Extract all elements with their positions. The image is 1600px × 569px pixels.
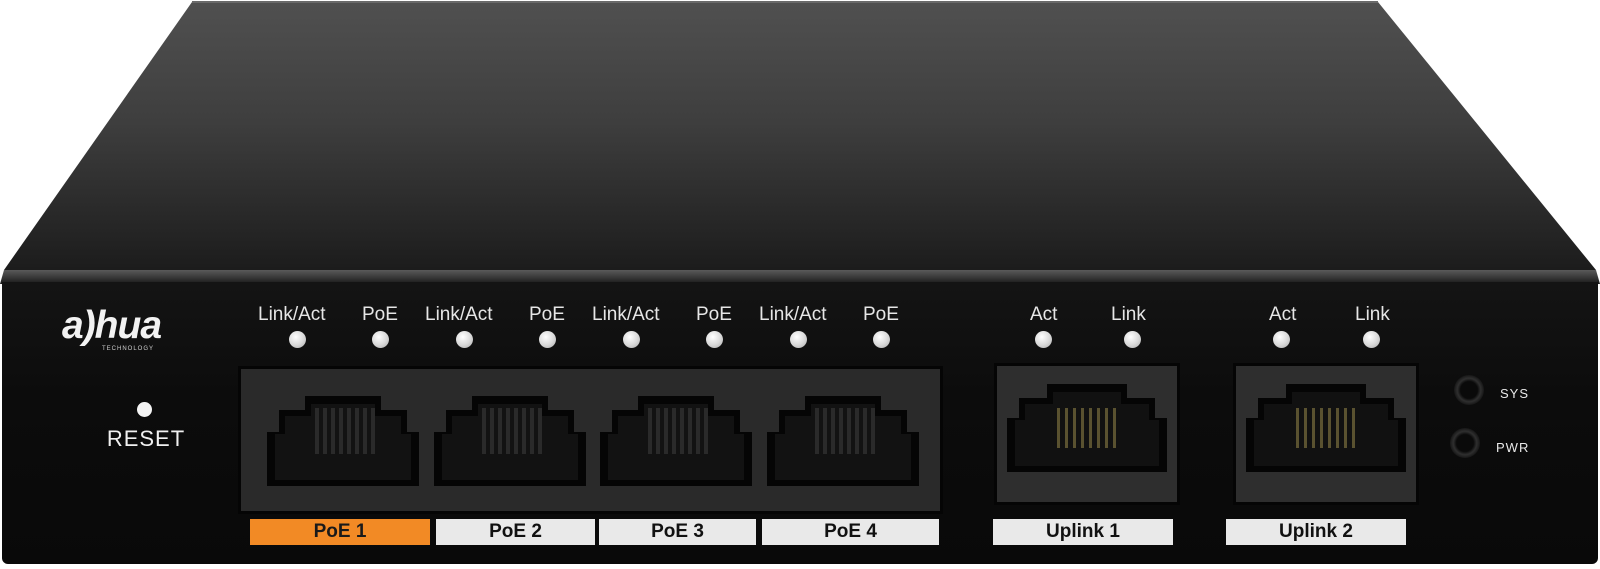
port-label-poe-2: PoE 2 [436, 519, 595, 545]
port-label-poe-4: PoE 4 [762, 519, 939, 545]
rj45-socket-uplink-2 [1246, 384, 1406, 472]
rj45-socket-uplink-1 [1007, 384, 1167, 472]
rj45-uplink-sockets [1007, 384, 1406, 472]
port-label-uplink-1: Uplink 1 [993, 519, 1173, 545]
sys-indicator-led [1454, 375, 1484, 405]
network-switch-device: a)hua TECHNOLOGY RESET Link/Act PoE Link… [0, 0, 1600, 569]
port-label-poe-1: PoE 1 [250, 519, 430, 545]
pwr-indicator-led [1450, 428, 1480, 458]
port-label-uplink-2: Uplink 2 [1226, 519, 1406, 545]
pwr-label: PWR [1496, 440, 1530, 455]
port-label-poe-3: PoE 3 [599, 519, 756, 545]
sys-label: SYS [1500, 386, 1530, 401]
